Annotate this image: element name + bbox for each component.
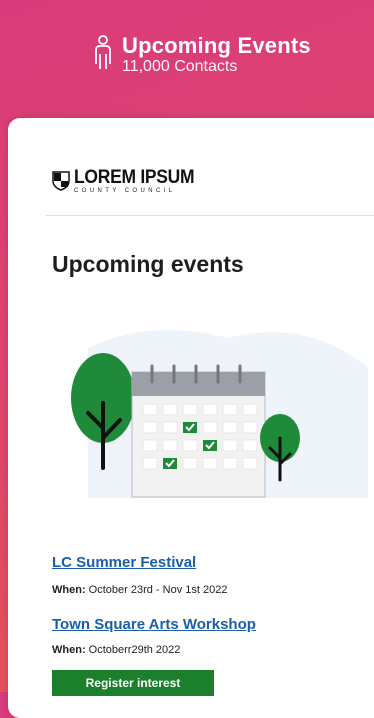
council-logo: LOREM IPSUM COUNTY COUNCIL xyxy=(52,168,205,194)
when-label: When: xyxy=(52,584,86,596)
section-title: Upcoming events xyxy=(52,251,244,277)
header: Upcoming Events 11,000 Contacts xyxy=(0,0,374,110)
person-icon xyxy=(95,35,111,69)
header-text: Upcoming Events 11,000 Contacts xyxy=(122,34,311,76)
header-subtitle: 11,000 Contacts xyxy=(122,58,238,75)
event-when: When: October 23rd - Nov 1st 2022 xyxy=(52,584,227,596)
logo-text: LOREM IPSUM COUNTY COUNCIL xyxy=(74,168,205,194)
event-link-town-square-arts-workshop[interactable]: Town Square Arts Workshop xyxy=(52,616,256,633)
logo-sub: COUNTY COUNCIL xyxy=(74,188,176,194)
header-content: Upcoming Events 11,000 Contacts xyxy=(92,34,311,76)
when-value: October 23rd - Nov 1st 2022 xyxy=(88,584,228,596)
divider xyxy=(46,215,374,216)
register-interest-button[interactable]: Register interest xyxy=(52,670,214,696)
logo-main: LOREM IPSUM xyxy=(74,167,195,188)
email-card: LOREM IPSUM COUNTY COUNCIL Upcoming even… xyxy=(8,118,374,718)
calendar-illustration xyxy=(71,330,368,498)
event-link-lc-summer-festival[interactable]: LC Summer Festival xyxy=(52,554,196,571)
header-title: Upcoming Events xyxy=(122,33,311,58)
when-label: When: xyxy=(52,644,86,656)
event-when: When: Octoberr29th 2022 xyxy=(52,644,180,656)
when-value: Octoberr29th 2022 xyxy=(88,644,181,656)
shield-icon xyxy=(52,171,70,191)
